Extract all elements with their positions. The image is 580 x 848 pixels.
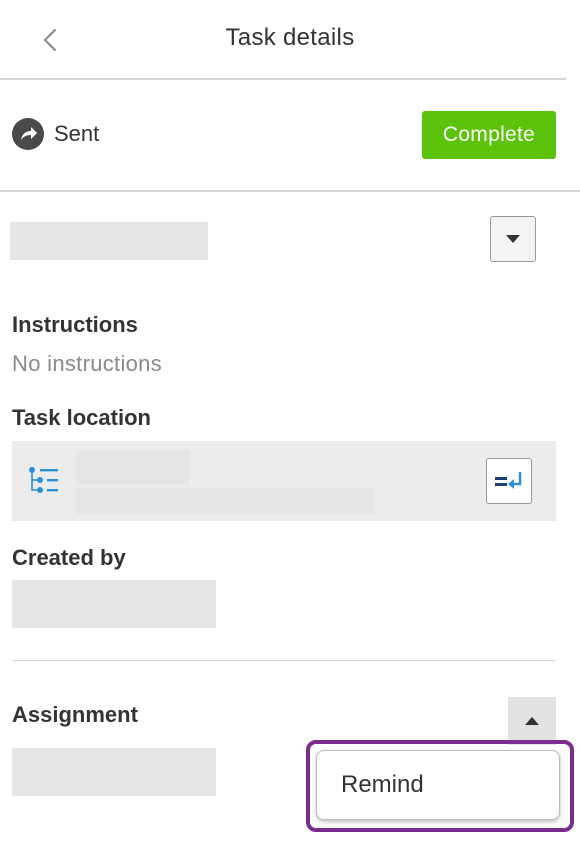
hierarchy-list-icon bbox=[28, 466, 62, 496]
task-location-label: Task location bbox=[12, 405, 151, 430]
task-name-placeholder bbox=[10, 222, 208, 260]
section-divider bbox=[12, 660, 556, 661]
header-divider bbox=[0, 78, 566, 80]
task-dropdown-button[interactable] bbox=[490, 216, 536, 262]
caret-down-icon bbox=[506, 235, 520, 243]
created-by-label: Created by bbox=[12, 545, 126, 570]
location-name-placeholder bbox=[76, 450, 190, 484]
instructions-value: No instructions bbox=[12, 351, 163, 376]
assignment-label: Assignment bbox=[12, 702, 138, 727]
created-by-placeholder bbox=[12, 580, 216, 628]
go-to-location-button[interactable] bbox=[486, 458, 532, 504]
complete-button[interactable]: Complete bbox=[422, 111, 556, 159]
instructions-label: Instructions bbox=[12, 312, 138, 337]
page-title: Task details bbox=[225, 24, 355, 51]
status-label: Sent bbox=[54, 121, 100, 146]
location-path-placeholder bbox=[76, 488, 374, 514]
insert-location-icon bbox=[495, 472, 522, 489]
assignee-placeholder bbox=[12, 748, 216, 796]
status-divider bbox=[0, 190, 580, 192]
assignment-collapse-button[interactable] bbox=[508, 697, 556, 745]
remind-button[interactable]: Remind bbox=[316, 750, 560, 820]
forward-arrow-icon bbox=[12, 118, 44, 150]
caret-up-icon bbox=[525, 717, 539, 725]
